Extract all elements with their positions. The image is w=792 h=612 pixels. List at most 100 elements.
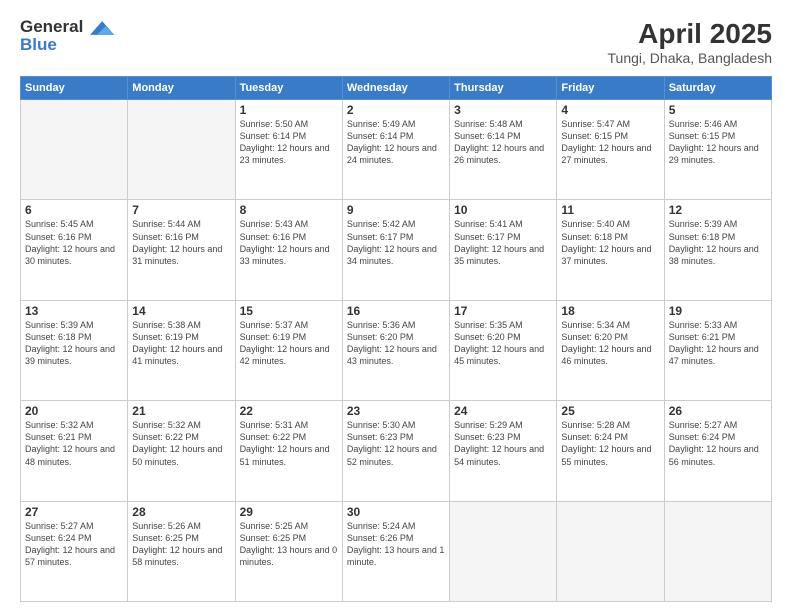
day-cell: 26Sunrise: 5:27 AM Sunset: 6:24 PM Dayli…: [664, 401, 771, 501]
col-header-tuesday: Tuesday: [235, 77, 342, 100]
day-info: Sunrise: 5:48 AM Sunset: 6:14 PM Dayligh…: [454, 118, 552, 167]
header: General Blue April 2025 Tungi, Dhaka, Ba…: [20, 18, 772, 66]
title-block: April 2025 Tungi, Dhaka, Bangladesh: [608, 18, 772, 66]
day-info: Sunrise: 5:28 AM Sunset: 6:24 PM Dayligh…: [561, 419, 659, 468]
day-cell: 3Sunrise: 5:48 AM Sunset: 6:14 PM Daylig…: [450, 100, 557, 200]
day-number: 23: [347, 404, 445, 418]
day-info: Sunrise: 5:39 AM Sunset: 6:18 PM Dayligh…: [669, 218, 767, 267]
day-number: 18: [561, 304, 659, 318]
day-cell: 6Sunrise: 5:45 AM Sunset: 6:16 PM Daylig…: [21, 200, 128, 300]
day-cell: 22Sunrise: 5:31 AM Sunset: 6:22 PM Dayli…: [235, 401, 342, 501]
day-cell: [664, 501, 771, 601]
day-cell: [557, 501, 664, 601]
day-info: Sunrise: 5:30 AM Sunset: 6:23 PM Dayligh…: [347, 419, 445, 468]
day-number: 7: [132, 203, 230, 217]
day-info: Sunrise: 5:37 AM Sunset: 6:19 PM Dayligh…: [240, 319, 338, 368]
day-info: Sunrise: 5:27 AM Sunset: 6:24 PM Dayligh…: [669, 419, 767, 468]
week-row-0: 1Sunrise: 5:50 AM Sunset: 6:14 PM Daylig…: [21, 100, 772, 200]
day-number: 17: [454, 304, 552, 318]
col-header-thursday: Thursday: [450, 77, 557, 100]
day-cell: 23Sunrise: 5:30 AM Sunset: 6:23 PM Dayli…: [342, 401, 449, 501]
day-cell: 16Sunrise: 5:36 AM Sunset: 6:20 PM Dayli…: [342, 300, 449, 400]
day-number: 4: [561, 103, 659, 117]
day-number: 15: [240, 304, 338, 318]
col-header-sunday: Sunday: [21, 77, 128, 100]
month-year: April 2025: [608, 18, 772, 50]
day-cell: 5Sunrise: 5:46 AM Sunset: 6:15 PM Daylig…: [664, 100, 771, 200]
day-cell: 25Sunrise: 5:28 AM Sunset: 6:24 PM Dayli…: [557, 401, 664, 501]
day-cell: 13Sunrise: 5:39 AM Sunset: 6:18 PM Dayli…: [21, 300, 128, 400]
day-info: Sunrise: 5:35 AM Sunset: 6:20 PM Dayligh…: [454, 319, 552, 368]
day-cell: 7Sunrise: 5:44 AM Sunset: 6:16 PM Daylig…: [128, 200, 235, 300]
day-info: Sunrise: 5:42 AM Sunset: 6:17 PM Dayligh…: [347, 218, 445, 267]
day-number: 11: [561, 203, 659, 217]
day-info: Sunrise: 5:32 AM Sunset: 6:21 PM Dayligh…: [25, 419, 123, 468]
day-number: 22: [240, 404, 338, 418]
day-info: Sunrise: 5:36 AM Sunset: 6:20 PM Dayligh…: [347, 319, 445, 368]
week-row-2: 13Sunrise: 5:39 AM Sunset: 6:18 PM Dayli…: [21, 300, 772, 400]
day-number: 1: [240, 103, 338, 117]
day-info: Sunrise: 5:40 AM Sunset: 6:18 PM Dayligh…: [561, 218, 659, 267]
day-cell: 27Sunrise: 5:27 AM Sunset: 6:24 PM Dayli…: [21, 501, 128, 601]
col-header-saturday: Saturday: [664, 77, 771, 100]
day-info: Sunrise: 5:31 AM Sunset: 6:22 PM Dayligh…: [240, 419, 338, 468]
col-header-friday: Friday: [557, 77, 664, 100]
day-number: 26: [669, 404, 767, 418]
day-number: 21: [132, 404, 230, 418]
day-cell: 8Sunrise: 5:43 AM Sunset: 6:16 PM Daylig…: [235, 200, 342, 300]
day-number: 20: [25, 404, 123, 418]
logo-icon: [90, 19, 116, 37]
day-number: 29: [240, 505, 338, 519]
day-number: 27: [25, 505, 123, 519]
day-cell: 20Sunrise: 5:32 AM Sunset: 6:21 PM Dayli…: [21, 401, 128, 501]
day-info: Sunrise: 5:26 AM Sunset: 6:25 PM Dayligh…: [132, 520, 230, 569]
day-cell: 15Sunrise: 5:37 AM Sunset: 6:19 PM Dayli…: [235, 300, 342, 400]
day-cell: 21Sunrise: 5:32 AM Sunset: 6:22 PM Dayli…: [128, 401, 235, 501]
day-info: Sunrise: 5:29 AM Sunset: 6:23 PM Dayligh…: [454, 419, 552, 468]
calendar-table: SundayMondayTuesdayWednesdayThursdayFrid…: [20, 76, 772, 602]
week-row-1: 6Sunrise: 5:45 AM Sunset: 6:16 PM Daylig…: [21, 200, 772, 300]
day-number: 9: [347, 203, 445, 217]
day-info: Sunrise: 5:39 AM Sunset: 6:18 PM Dayligh…: [25, 319, 123, 368]
day-number: 2: [347, 103, 445, 117]
day-cell: 2Sunrise: 5:49 AM Sunset: 6:14 PM Daylig…: [342, 100, 449, 200]
day-info: Sunrise: 5:45 AM Sunset: 6:16 PM Dayligh…: [25, 218, 123, 267]
day-cell: [128, 100, 235, 200]
day-cell: 10Sunrise: 5:41 AM Sunset: 6:17 PM Dayli…: [450, 200, 557, 300]
logo: General Blue: [20, 18, 116, 55]
day-cell: 24Sunrise: 5:29 AM Sunset: 6:23 PM Dayli…: [450, 401, 557, 501]
day-number: 6: [25, 203, 123, 217]
day-info: Sunrise: 5:34 AM Sunset: 6:20 PM Dayligh…: [561, 319, 659, 368]
day-info: Sunrise: 5:38 AM Sunset: 6:19 PM Dayligh…: [132, 319, 230, 368]
day-cell: [21, 100, 128, 200]
day-number: 8: [240, 203, 338, 217]
day-number: 3: [454, 103, 552, 117]
day-cell: 17Sunrise: 5:35 AM Sunset: 6:20 PM Dayli…: [450, 300, 557, 400]
day-number: 25: [561, 404, 659, 418]
day-cell: 1Sunrise: 5:50 AM Sunset: 6:14 PM Daylig…: [235, 100, 342, 200]
calendar-header-row: SundayMondayTuesdayWednesdayThursdayFrid…: [21, 77, 772, 100]
day-number: 13: [25, 304, 123, 318]
day-cell: 12Sunrise: 5:39 AM Sunset: 6:18 PM Dayli…: [664, 200, 771, 300]
day-info: Sunrise: 5:47 AM Sunset: 6:15 PM Dayligh…: [561, 118, 659, 167]
day-cell: 9Sunrise: 5:42 AM Sunset: 6:17 PM Daylig…: [342, 200, 449, 300]
day-info: Sunrise: 5:27 AM Sunset: 6:24 PM Dayligh…: [25, 520, 123, 569]
day-cell: 11Sunrise: 5:40 AM Sunset: 6:18 PM Dayli…: [557, 200, 664, 300]
day-cell: 18Sunrise: 5:34 AM Sunset: 6:20 PM Dayli…: [557, 300, 664, 400]
day-cell: 19Sunrise: 5:33 AM Sunset: 6:21 PM Dayli…: [664, 300, 771, 400]
day-number: 5: [669, 103, 767, 117]
day-cell: 30Sunrise: 5:24 AM Sunset: 6:26 PM Dayli…: [342, 501, 449, 601]
day-cell: 14Sunrise: 5:38 AM Sunset: 6:19 PM Dayli…: [128, 300, 235, 400]
day-info: Sunrise: 5:33 AM Sunset: 6:21 PM Dayligh…: [669, 319, 767, 368]
day-info: Sunrise: 5:25 AM Sunset: 6:25 PM Dayligh…: [240, 520, 338, 569]
day-number: 10: [454, 203, 552, 217]
day-info: Sunrise: 5:24 AM Sunset: 6:26 PM Dayligh…: [347, 520, 445, 569]
day-cell: 29Sunrise: 5:25 AM Sunset: 6:25 PM Dayli…: [235, 501, 342, 601]
day-number: 12: [669, 203, 767, 217]
day-cell: [450, 501, 557, 601]
logo-blue: Blue: [20, 35, 57, 55]
day-info: Sunrise: 5:44 AM Sunset: 6:16 PM Dayligh…: [132, 218, 230, 267]
day-number: 19: [669, 304, 767, 318]
day-info: Sunrise: 5:43 AM Sunset: 6:16 PM Dayligh…: [240, 218, 338, 267]
page: General Blue April 2025 Tungi, Dhaka, Ba…: [0, 0, 792, 612]
